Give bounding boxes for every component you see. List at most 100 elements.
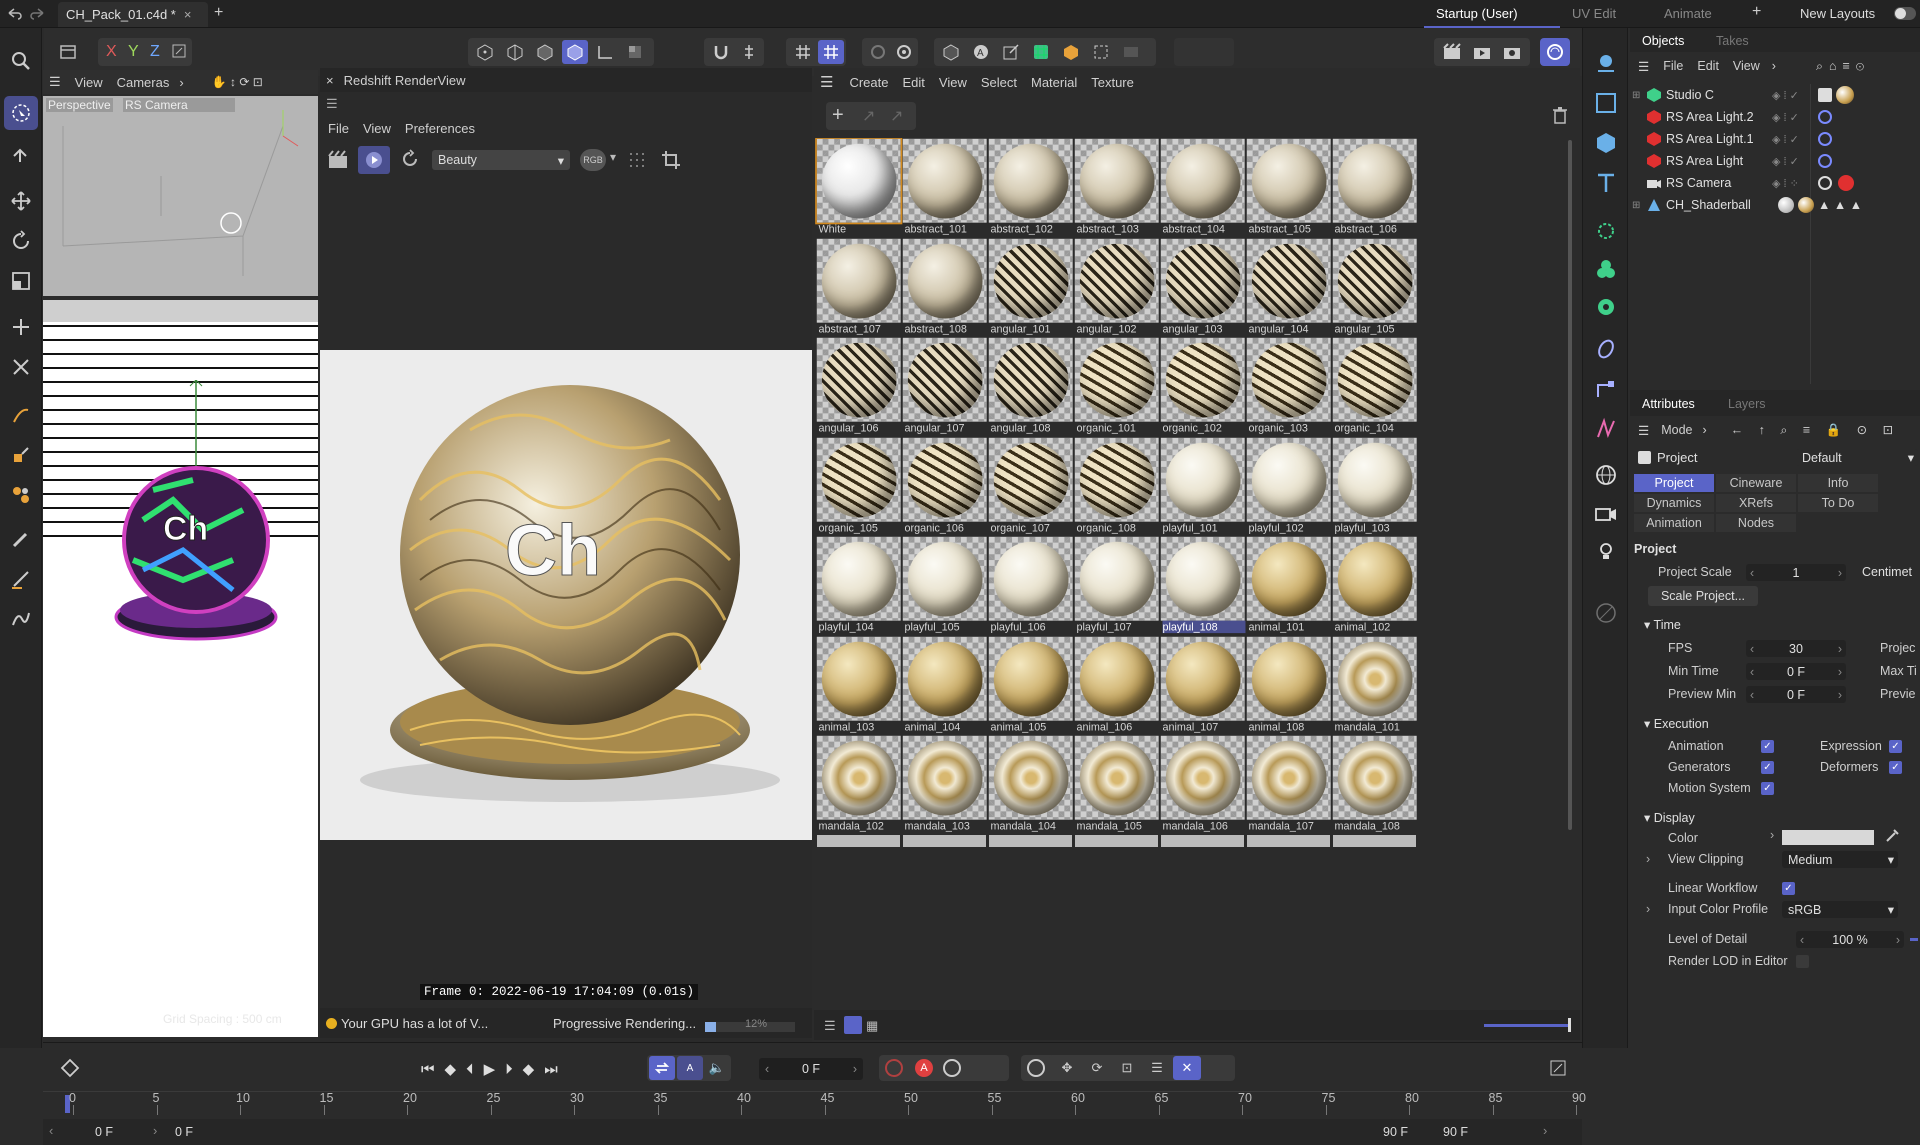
material-swatch-partial[interactable] [1161, 834, 1244, 847]
material-swatch-angular_103[interactable]: angular_103 [1160, 238, 1246, 339]
target-tag-icon[interactable] [1818, 154, 1832, 168]
render-picture-viewer-icon[interactable] [1468, 40, 1496, 64]
material-swatch-abstract_102[interactable]: abstract_102 [988, 138, 1074, 239]
material-swatch-partial[interactable] [817, 834, 900, 847]
mograph-icon[interactable] [1591, 216, 1621, 246]
project-scale-field[interactable]: ‹ 1 › [1746, 564, 1846, 581]
param-key-toggle-icon[interactable]: ☰ [1143, 1056, 1171, 1080]
preset-dropdown[interactable]: Default ▾ [1796, 449, 1918, 466]
object-name[interactable]: CH_Shaderball [1666, 198, 1751, 212]
scale-key-icon[interactable]: ⊡ [1113, 1056, 1141, 1080]
move-tool-extra-icon[interactable] [6, 140, 36, 170]
live-selection-icon[interactable] [4, 96, 38, 130]
viewport-nav-icons[interactable]: ✋ ↕ ⟳ ⊡ [212, 75, 263, 89]
model-mode-icon[interactable] [562, 40, 588, 64]
section-display[interactable]: ▾ Display [1644, 810, 1695, 825]
auto-keying-mode-icon[interactable]: A [677, 1056, 703, 1080]
range-start-2[interactable]: 0 F [175, 1125, 193, 1139]
tag-triangle-icons[interactable]: ▲ ▲ ▲ [1818, 198, 1862, 212]
material-swatch-angular_107[interactable]: angular_107 [902, 337, 988, 438]
object-row-rscamera[interactable]: RS Camera ◈ ⁞ ⁘ [1632, 172, 1918, 194]
material-swatch-mandala_103[interactable]: mandala_103 [902, 735, 988, 836]
render-view-icon[interactable] [1438, 40, 1466, 64]
increment-icon[interactable]: › [1838, 566, 1842, 580]
material-swatch-partial[interactable] [903, 834, 986, 847]
object-name[interactable]: RS Camera [1666, 176, 1731, 190]
objects-menu-view[interactable]: View [1733, 59, 1760, 73]
camera-icon[interactable] [1591, 498, 1621, 528]
axis-mode-icon[interactable] [592, 40, 618, 64]
material-swatch-animal_101[interactable]: animal_101 [1246, 536, 1332, 637]
target-tag-icon[interactable] [1818, 110, 1832, 124]
cube-primitive-icon[interactable] [1591, 128, 1621, 158]
hamburger-icon[interactable]: ☰ [1638, 423, 1649, 438]
decrement-icon[interactable]: ‹ [1750, 566, 1754, 580]
texture-mode-icon[interactable] [622, 40, 648, 64]
attr-tab-dynamics[interactable]: Dynamics [1634, 494, 1714, 512]
attr-tab-todo[interactable]: To Do [1798, 494, 1878, 512]
expand-icon[interactable]: ⊞ [1632, 90, 1642, 101]
y-axis-lock[interactable]: Y [128, 43, 139, 61]
material-swatch-partial[interactable] [1075, 834, 1158, 847]
material-swatch-abstract_104[interactable]: abstract_104 [1160, 138, 1246, 239]
visibility-icon[interactable]: ◈ ⁞ ✓ [1772, 155, 1799, 168]
spline-deformer-icon[interactable] [1591, 414, 1621, 444]
decrement-icon[interactable]: ‹ [1750, 688, 1754, 702]
rotate-key-icon[interactable]: ⟳ [1083, 1056, 1111, 1080]
material-swatch-playful_102[interactable]: playful_102 [1246, 437, 1332, 538]
document-tab[interactable]: CH_Pack_01.c4d * × [58, 2, 208, 27]
cloner-icon[interactable] [1028, 40, 1054, 64]
layout-toggle[interactable] [1894, 7, 1916, 20]
object-row-arealight2[interactable]: RS Area Light.2 ◈ ⁞ ✓ [1632, 106, 1918, 128]
hamburger-icon[interactable]: ☰ [49, 74, 61, 90]
material-swatch-playful_101[interactable]: playful_101 [1160, 437, 1246, 538]
material-swatch-animal_104[interactable]: animal_104 [902, 636, 988, 737]
pla-key-icon[interactable] [1027, 1059, 1045, 1077]
z-axis-lock[interactable]: Z [150, 43, 160, 61]
viewport-canvas-2[interactable]: Ch Grid Spacing : 500 cm [43, 300, 318, 1037]
section-execution[interactable]: ▾ Execution [1644, 716, 1709, 731]
deformer-icon[interactable] [1058, 40, 1084, 64]
increment-icon[interactable]: › [1838, 688, 1842, 702]
attr-tab-cineware[interactable]: Cineware [1716, 474, 1796, 492]
render-lod-checkbox[interactable] [1796, 955, 1809, 968]
visibility-icon[interactable]: ◈ ⁞ ✓ [1772, 133, 1799, 146]
attr-tab-project[interactable]: Project [1634, 474, 1714, 492]
decrement-icon[interactable]: ‹ [1750, 642, 1754, 656]
decrement-icon[interactable]: ‹ [1750, 665, 1754, 679]
text-icon[interactable] [1591, 168, 1621, 198]
material-swatch-playful_106[interactable]: playful_106 [988, 536, 1074, 637]
tab-objects[interactable]: Objects [1642, 34, 1684, 48]
material-swatch-partial[interactable] [989, 834, 1072, 847]
deformer-purple-icon[interactable] [1591, 334, 1621, 364]
play-icon[interactable]: ▶ [484, 1060, 496, 1078]
render-settings-icon[interactable] [892, 40, 916, 64]
material-menu-select[interactable]: Select [981, 75, 1017, 90]
expand-icon[interactable]: ⊞ [1632, 200, 1642, 211]
objects-tools-icons[interactable]: ⌕⌂≡⊙ [1816, 59, 1870, 74]
material-swatch-playful_104[interactable]: playful_104 [816, 536, 902, 637]
tab-attributes[interactable]: Attributes [1642, 397, 1695, 411]
exec-motion-checkbox[interactable]: ✓ [1761, 782, 1774, 795]
next-keyframe-icon[interactable]: ◆ [523, 1060, 535, 1078]
material-swatch-White[interactable]: White [815, 138, 903, 239]
loop-icon[interactable] [649, 1056, 675, 1080]
material-swatch-organic_104[interactable]: organic_104 [1332, 337, 1418, 438]
layout-uvedit[interactable]: UV Edit [1572, 6, 1616, 21]
keyframe-settings-icon[interactable] [943, 1059, 961, 1077]
attr-tab-xrefs[interactable]: XRefs [1716, 494, 1796, 512]
linear-workflow-checkbox[interactable]: ✓ [1782, 882, 1795, 895]
add-layout-icon[interactable]: + [1752, 3, 1761, 21]
large-view-icon[interactable]: ▦ [866, 1018, 878, 1034]
magnet-icon[interactable] [708, 40, 734, 64]
material-swatch-abstract_101[interactable]: abstract_101 [902, 138, 988, 239]
go-to-end-icon[interactable]: ⏭ [544, 1061, 558, 1078]
list-view-icon[interactable]: ☰ [824, 1018, 836, 1034]
material-menu-create[interactable]: Create [849, 75, 888, 90]
add-icon[interactable]: + [832, 104, 844, 127]
object-name[interactable]: RS Area Light [1666, 154, 1743, 168]
close-icon[interactable]: × [326, 73, 334, 88]
material-menu-edit[interactable]: Edit [902, 75, 924, 90]
material-swatch-playful_107[interactable]: playful_107 [1074, 536, 1160, 637]
environment-icon[interactable] [1118, 40, 1144, 64]
